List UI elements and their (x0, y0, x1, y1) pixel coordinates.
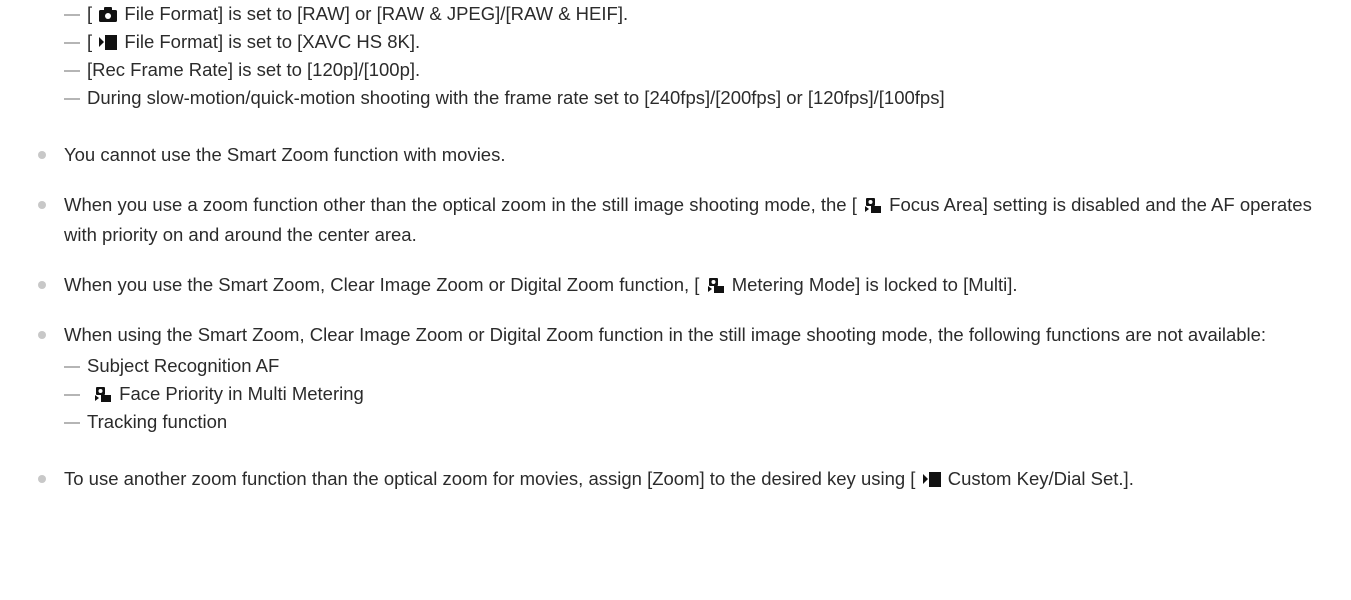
bullet-marker (38, 151, 46, 159)
bullet-marker (38, 331, 46, 339)
sub-item: Face Priority in Multi Metering (0, 380, 1351, 408)
list-item-text: To use another zoom function than the op… (64, 468, 916, 489)
dash-marker (64, 394, 80, 396)
list-item: When you use a zoom function other than … (0, 190, 1351, 250)
dash-marker (64, 14, 80, 16)
document-body: [ File Format] is set to [RAW] or [RAW &… (0, 0, 1351, 494)
sub-item: Tracking function (0, 408, 1351, 436)
sub-item-text: Tracking function (87, 411, 228, 432)
list-item-text: Metering Mode] is locked to [Multi]. (731, 274, 1018, 295)
still-movie-icon (93, 385, 113, 403)
movie-icon (98, 33, 118, 51)
sub-item: During slow-motion/quick-motion shooting… (0, 84, 1351, 112)
sub-item: Subject Recognition AF (0, 352, 1351, 380)
still-movie-icon (863, 196, 883, 214)
list-item: To use another zoom function than the op… (0, 464, 1351, 494)
camera-icon (98, 5, 118, 23)
list-item: When you use the Smart Zoom, Clear Image… (0, 270, 1351, 300)
list-item-text: Custom Key/Dial Set.]. (947, 468, 1134, 489)
dash-marker (64, 70, 80, 72)
bullet-marker (38, 281, 46, 289)
still-movie-icon (706, 276, 726, 294)
list-item-text: You cannot use the Smart Zoom function w… (64, 144, 506, 165)
sub-item-text: During slow-motion/quick-motion shooting… (87, 87, 945, 108)
dash-marker (64, 42, 80, 44)
sub-item: [Rec Frame Rate] is set to [120p]/[100p]… (0, 56, 1351, 84)
sub-item-text: File Format] is set to [RAW] or [RAW & J… (124, 3, 629, 24)
sub-item-prefix: [ (87, 31, 93, 52)
list-item-text: When using the Smart Zoom, Clear Image Z… (64, 324, 1267, 345)
sub-item-text: Face Priority in Multi Metering (119, 383, 364, 404)
sub-list-top: [ File Format] is set to [RAW] or [RAW &… (0, 0, 1351, 112)
movie-icon (922, 470, 942, 488)
list-item: You cannot use the Smart Zoom function w… (0, 140, 1351, 170)
sub-item-prefix: [ (87, 3, 93, 24)
dash-marker (64, 98, 80, 100)
list-item-text: When you use a zoom function other than … (64, 194, 857, 215)
sub-list: Subject Recognition AF Face Priority in … (0, 352, 1351, 436)
dash-marker (64, 422, 80, 424)
bullet-marker (38, 201, 46, 209)
sub-item-text: [Rec Frame Rate] is set to [120p]/[100p]… (87, 59, 421, 80)
sub-item-text: File Format] is set to [XAVC HS 8K]. (124, 31, 421, 52)
bullet-marker (38, 475, 46, 483)
dash-marker (64, 366, 80, 368)
sub-item-text: Subject Recognition AF (87, 355, 280, 376)
sub-item: [ File Format] is set to [XAVC HS 8K]. (0, 28, 1351, 56)
list-item-text: When you use the Smart Zoom, Clear Image… (64, 274, 700, 295)
list-item: When using the Smart Zoom, Clear Image Z… (0, 320, 1351, 350)
sub-item: [ File Format] is set to [RAW] or [RAW &… (0, 0, 1351, 28)
